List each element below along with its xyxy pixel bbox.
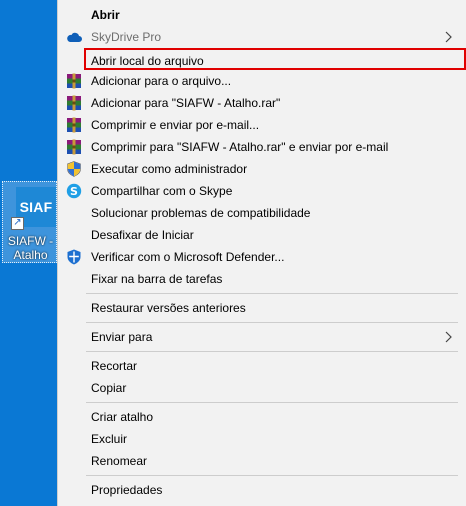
winrar-icon xyxy=(67,117,81,133)
menu-separator xyxy=(86,322,458,323)
menu-item-solucionar-compatibilidade[interactable]: Solucionar problemas de compatibilidade xyxy=(58,202,466,224)
cloud-icon xyxy=(67,32,82,42)
menu-separator xyxy=(86,402,458,403)
menu-item-enviar-para[interactable]: Enviar para xyxy=(58,326,466,348)
menu-item-renomear[interactable]: Renomear xyxy=(58,450,466,472)
menu-separator xyxy=(86,293,458,294)
shortcut-arrow-icon: ↗ xyxy=(11,217,24,230)
menu-item-recortar[interactable]: Recortar xyxy=(58,355,466,377)
menu-item-criar-atalho[interactable]: Criar atalho xyxy=(58,406,466,428)
menu-separator xyxy=(86,351,458,352)
menu-item-restaurar-versoes[interactable]: Restaurar versões anteriores xyxy=(58,297,466,319)
skype-icon: S xyxy=(66,183,82,199)
chevron-right-icon xyxy=(445,331,452,343)
uac-shield-icon xyxy=(67,161,81,177)
menu-item-abrir-local-do-arquivo[interactable]: Abrir local do arquivo xyxy=(84,48,466,70)
menu-item-verificar-defender[interactable]: Verificar com o Microsoft Defender... xyxy=(58,246,466,268)
menu-item-copiar[interactable]: Copiar xyxy=(58,377,466,399)
menu-item-compartilhar-skype[interactable]: S Compartilhar com o Skype xyxy=(58,180,466,202)
context-menu: Abrir SkyDrive Pro Abrir local do arquiv… xyxy=(57,0,466,506)
menu-item-comprimir-rar-enviar-email[interactable]: Comprimir para "SIAFW - Atalho.rar" e en… xyxy=(58,136,466,158)
menu-item-abrir[interactable]: Abrir xyxy=(58,4,466,26)
menu-separator xyxy=(86,475,458,476)
shortcut-label: SIAFW - Atalho xyxy=(7,234,54,262)
winrar-icon xyxy=(67,73,81,89)
siaf-tile-text: SIAF xyxy=(19,199,53,215)
menu-item-comprimir-enviar-email[interactable]: Comprimir e enviar por e-mail... xyxy=(58,114,466,136)
menu-item-skydrive-pro[interactable]: SkyDrive Pro xyxy=(58,26,466,48)
menu-item-adicionar-para-arquivo[interactable]: Adicionar para o arquivo... xyxy=(58,70,466,92)
menu-item-executar-como-administrador[interactable]: Executar como administrador xyxy=(58,158,466,180)
menu-item-fixar-barra-tarefas[interactable]: Fixar na barra de tarefas xyxy=(58,268,466,290)
menu-item-propriedades[interactable]: Propriedades xyxy=(58,479,466,501)
defender-icon xyxy=(67,249,81,265)
chevron-right-icon xyxy=(445,31,452,43)
winrar-icon xyxy=(67,95,81,111)
menu-item-desafixar-iniciar[interactable]: Desafixar de Iniciar xyxy=(58,224,466,246)
desktop-shortcut-siafw[interactable]: SIAF ↗ SIAFW - Atalho xyxy=(2,181,57,263)
winrar-icon xyxy=(67,139,81,155)
svg-text:S: S xyxy=(70,185,78,198)
menu-item-adicionar-para-rar[interactable]: Adicionar para "SIAFW - Atalho.rar" xyxy=(58,92,466,114)
menu-item-excluir[interactable]: Excluir xyxy=(58,428,466,450)
